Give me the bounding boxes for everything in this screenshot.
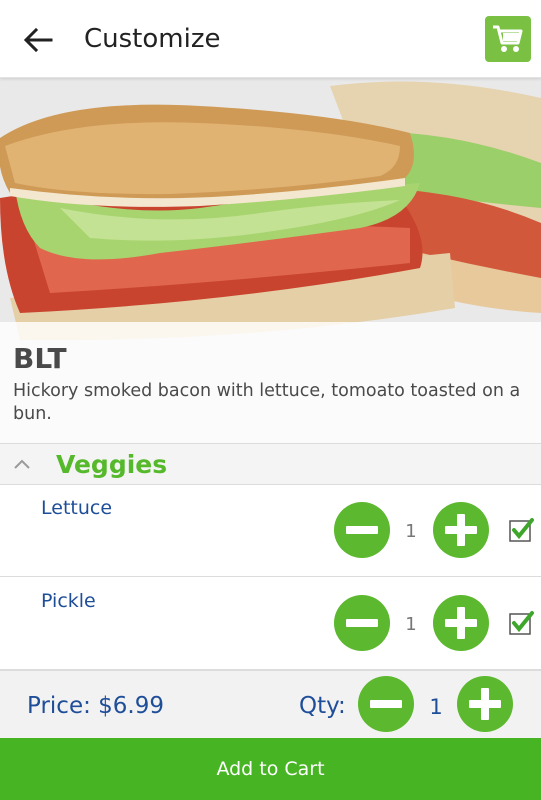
section-title: Veggies bbox=[56, 450, 168, 479]
item-name: BLT bbox=[13, 342, 67, 375]
decrease-pickle-button[interactable] bbox=[334, 595, 390, 651]
shopping-cart-icon bbox=[493, 25, 523, 52]
option-qty: 1 bbox=[405, 521, 417, 542]
total-qty: 1 bbox=[429, 695, 443, 719]
section-header-veggies[interactable]: Veggies bbox=[0, 443, 541, 485]
option-qty: 1 bbox=[405, 614, 417, 635]
pickle-checkbox[interactable] bbox=[508, 610, 534, 636]
option-label: Pickle bbox=[41, 590, 96, 612]
option-row-pickle: Pickle 1 bbox=[0, 578, 541, 670]
price-bar: Price: $6.99 Qty: 1 bbox=[0, 670, 541, 738]
page-title: Customize bbox=[84, 24, 221, 54]
arrow-left-icon[interactable] bbox=[20, 22, 56, 58]
decrease-lettuce-button[interactable] bbox=[334, 502, 390, 558]
add-to-cart-button[interactable]: Add to Cart bbox=[0, 738, 541, 800]
qty-label: Qty: bbox=[299, 693, 346, 719]
lettuce-checkbox[interactable] bbox=[508, 517, 534, 543]
item-description: Hickory smoked bacon with lettuce, tomoa… bbox=[13, 381, 521, 424]
price-label: Price: $6.99 bbox=[27, 693, 165, 719]
chevron-up-icon[interactable] bbox=[12, 457, 32, 471]
option-row-lettuce: Lettuce 1 bbox=[0, 485, 541, 577]
increase-lettuce-button[interactable] bbox=[433, 502, 489, 558]
minus-icon bbox=[346, 526, 378, 534]
cart-button[interactable] bbox=[485, 16, 531, 62]
minus-icon bbox=[370, 700, 402, 708]
app-bar: Customize bbox=[0, 0, 541, 78]
option-label: Lettuce bbox=[41, 497, 113, 519]
increase-qty-button[interactable] bbox=[457, 676, 513, 732]
minus-icon bbox=[346, 619, 378, 627]
decrease-qty-button[interactable] bbox=[358, 676, 414, 732]
increase-pickle-button[interactable] bbox=[433, 595, 489, 651]
